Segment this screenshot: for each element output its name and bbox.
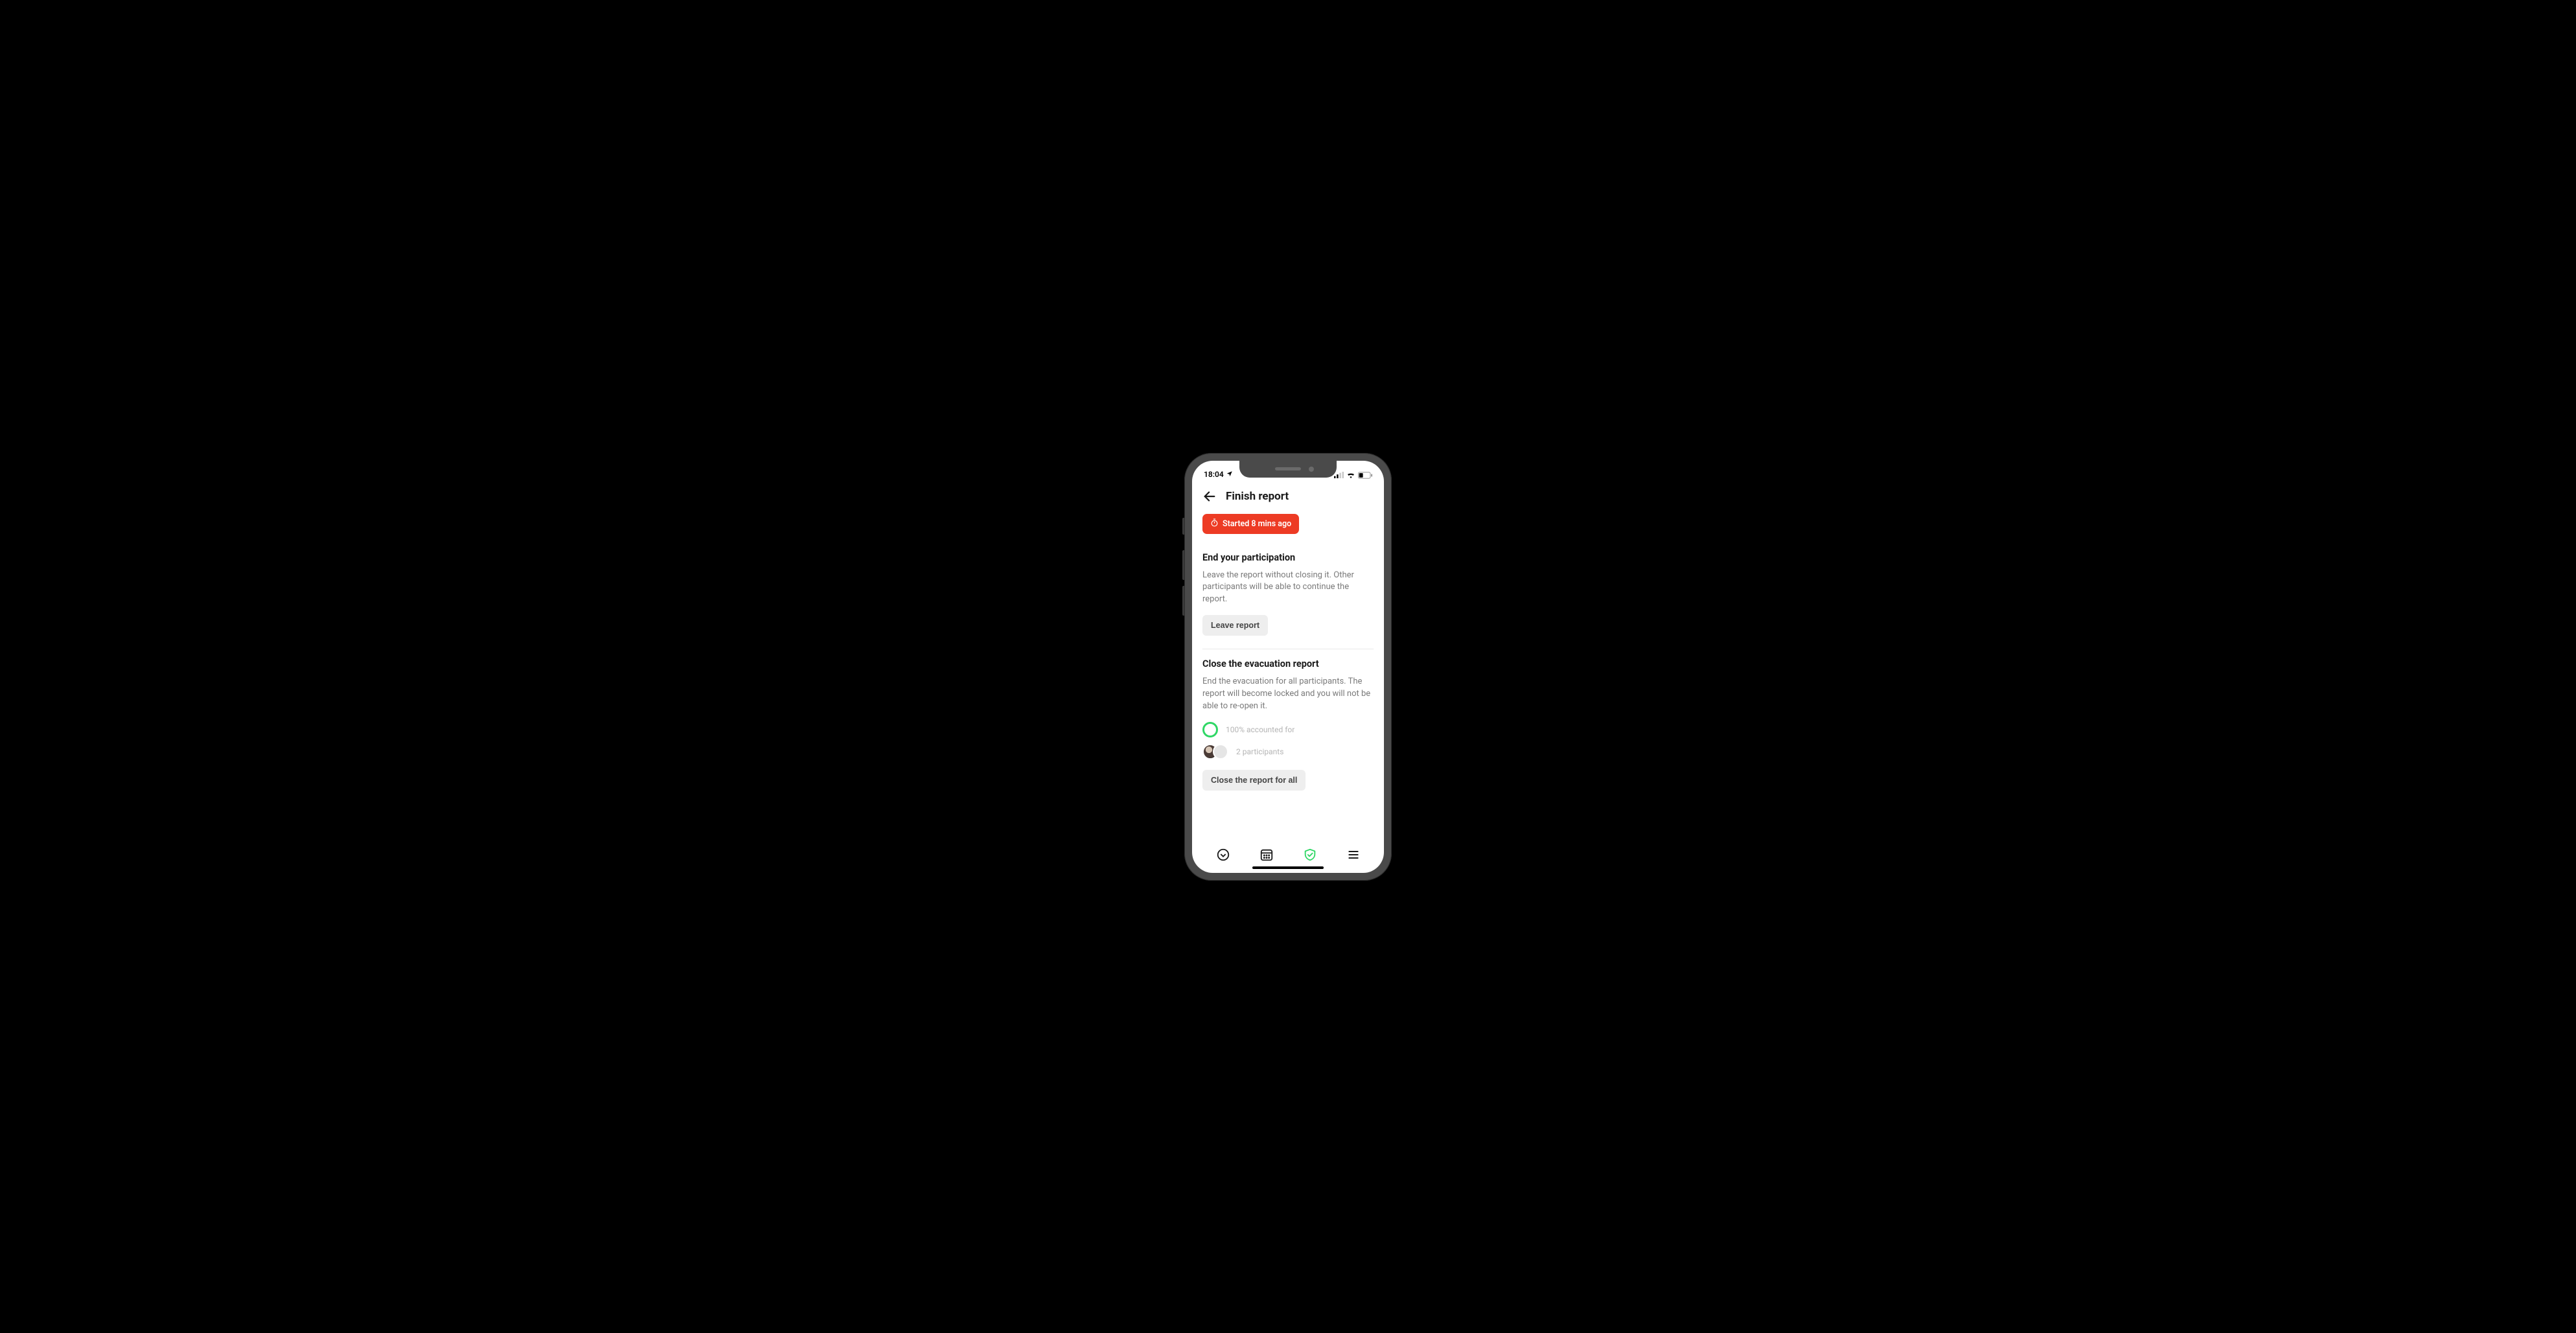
tab-menu[interactable] — [1339, 840, 1368, 869]
avatar-stack — [1202, 744, 1228, 759]
front-camera — [1309, 467, 1314, 472]
tab-checkin[interactable] — [1209, 840, 1237, 869]
leave-report-button[interactable]: Leave report — [1202, 615, 1268, 636]
section-title: End your participation — [1202, 552, 1374, 563]
timer-label: Started 8 mins ago — [1223, 519, 1291, 529]
section-close-report: Close the evacuation report End the evac… — [1202, 649, 1374, 804]
phone-volume-up — [1182, 550, 1184, 580]
content-scroll[interactable]: End your participation Leave the report … — [1192, 543, 1384, 837]
back-button[interactable] — [1202, 489, 1217, 504]
phone-volume-down — [1182, 586, 1184, 616]
wifi-icon — [1346, 472, 1355, 478]
timer-row: Started 8 mins ago — [1192, 510, 1384, 543]
location-arrow-icon — [1226, 470, 1233, 479]
tab-safety[interactable] — [1296, 840, 1324, 869]
page-title: Finish report — [1226, 490, 1289, 503]
timer-badge: Started 8 mins ago — [1202, 514, 1299, 534]
hamburger-menu-icon — [1347, 848, 1360, 861]
chevron-down-circle-icon — [1216, 848, 1230, 862]
close-report-button[interactable]: Close the report for all — [1202, 770, 1306, 791]
section-body: Leave the report without closing it. Oth… — [1202, 570, 1374, 607]
participants-label: 2 participants — [1236, 747, 1283, 756]
notch — [1239, 461, 1337, 478]
shield-check-icon — [1303, 848, 1317, 862]
section-title: Close the evacuation report — [1202, 658, 1374, 669]
participants-row: 2 participants — [1202, 744, 1374, 759]
phone-frame: 18:04 Finish repor — [1184, 453, 1392, 881]
battery-icon — [1358, 472, 1372, 479]
speaker-grill — [1275, 467, 1301, 470]
avatar — [1213, 744, 1228, 759]
tab-calendar[interactable] — [1252, 840, 1281, 869]
phone-side-button — [1182, 518, 1184, 535]
status-time: 18:04 — [1204, 470, 1224, 479]
home-indicator[interactable] — [1252, 866, 1324, 869]
stopwatch-icon — [1210, 518, 1219, 529]
screen: 18:04 Finish repor — [1192, 461, 1384, 873]
calendar-icon — [1259, 848, 1274, 862]
section-body: End the evacuation for all participants.… — [1202, 676, 1374, 713]
cellular-signal-icon — [1334, 472, 1344, 478]
progress-circle-icon — [1202, 722, 1218, 737]
section-end-participation: End your participation Leave the report … — [1202, 543, 1374, 649]
arrow-left-icon — [1202, 489, 1217, 504]
app-header: Finish report — [1192, 480, 1384, 510]
accounted-for-row: 100% accounted for — [1202, 722, 1374, 737]
accounted-for-label: 100% accounted for — [1226, 725, 1294, 734]
